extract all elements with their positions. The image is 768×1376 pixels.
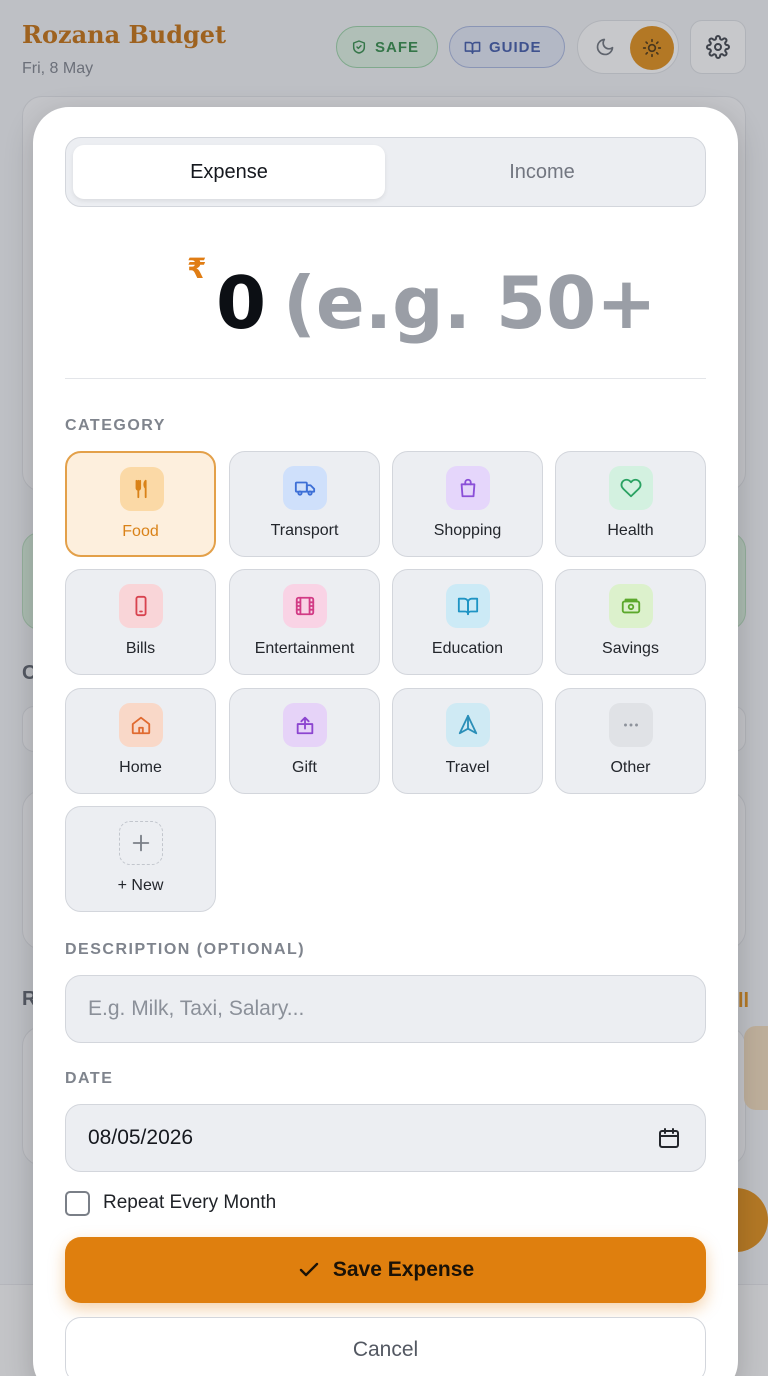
heart-icon bbox=[609, 466, 653, 510]
smartphone-icon bbox=[119, 584, 163, 628]
check-icon bbox=[299, 1262, 319, 1277]
repeat-checkbox[interactable] bbox=[65, 1190, 90, 1216]
category-other[interactable]: Other bbox=[555, 688, 706, 794]
type-tabs: Expense Income bbox=[65, 137, 706, 207]
rupee-icon: ₹ bbox=[187, 253, 207, 284]
category-transport[interactable]: Transport bbox=[229, 451, 380, 557]
category-label-text: Education bbox=[431, 640, 504, 657]
category-label-text: Entertainment bbox=[254, 640, 355, 657]
date-label: DATE bbox=[65, 1070, 114, 1087]
plus-icon bbox=[119, 821, 163, 865]
save-label: Save Expense bbox=[332, 1258, 475, 1281]
utensils-icon bbox=[120, 467, 164, 511]
category-food[interactable]: Food bbox=[65, 451, 216, 557]
description-input[interactable] bbox=[88, 976, 628, 1042]
description-label: DESCRIPTION (OPTIONAL) bbox=[65, 941, 306, 958]
cancel-button[interactable]: Cancel bbox=[65, 1317, 706, 1376]
category-gift[interactable]: Gift bbox=[229, 688, 380, 794]
tab-income[interactable]: Income bbox=[386, 145, 698, 199]
category-travel[interactable]: Travel bbox=[392, 688, 543, 794]
more-horizontal-icon bbox=[609, 703, 653, 747]
category-label-text: Savings bbox=[602, 640, 659, 657]
amount-value: 0 bbox=[216, 261, 267, 345]
date-field[interactable]: 08/05/2026 bbox=[65, 1104, 706, 1172]
amount-input[interactable]: ₹ 0 (e.g. 50+ bbox=[33, 247, 738, 357]
truck-icon bbox=[283, 466, 327, 510]
category-label-text: Home bbox=[119, 759, 162, 776]
wallet-icon bbox=[609, 584, 653, 628]
category-label-text: Transport bbox=[270, 522, 339, 539]
add-transaction-modal: Expense Income ₹ 0 (e.g. 50+ CATEGORY Fo… bbox=[33, 107, 738, 1376]
category-label-text: Bills bbox=[125, 640, 156, 657]
category-label: CATEGORY bbox=[65, 417, 166, 434]
amount-placeholder: (e.g. 50+ bbox=[283, 261, 657, 345]
category-label-text: Food bbox=[122, 523, 159, 540]
category-education[interactable]: Education bbox=[392, 569, 543, 675]
calendar-icon[interactable] bbox=[657, 1126, 681, 1150]
category-label-text: Other bbox=[610, 759, 651, 776]
category-health[interactable]: Health bbox=[555, 451, 706, 557]
category-label-text: + New bbox=[117, 877, 164, 894]
category-label-text: Travel bbox=[445, 759, 490, 776]
category-entertainment[interactable]: Entertainment bbox=[229, 569, 380, 675]
navigation-icon bbox=[446, 703, 490, 747]
save-expense-button[interactable]: Save Expense bbox=[65, 1237, 706, 1303]
category-label-text: Shopping bbox=[433, 522, 502, 539]
repeat-row[interactable]: Repeat Every Month bbox=[65, 1189, 276, 1217]
category-shopping[interactable]: Shopping bbox=[392, 451, 543, 557]
category-label-text: Health bbox=[607, 522, 654, 539]
gift-icon bbox=[283, 703, 327, 747]
shopping-bag-icon bbox=[446, 466, 490, 510]
category-label-text: Gift bbox=[292, 759, 317, 776]
film-icon bbox=[283, 584, 327, 628]
add-category-button[interactable]: + New bbox=[65, 806, 216, 912]
book-open-icon bbox=[446, 584, 490, 628]
date-value[interactable]: 08/05/2026 bbox=[88, 1126, 193, 1150]
category-savings[interactable]: Savings bbox=[555, 569, 706, 675]
home-icon bbox=[119, 703, 163, 747]
description-field[interactable] bbox=[65, 975, 706, 1043]
amount-divider bbox=[65, 378, 706, 379]
category-home[interactable]: Home bbox=[65, 688, 216, 794]
category-bills[interactable]: Bills bbox=[65, 569, 216, 675]
repeat-label: Repeat Every Month bbox=[103, 1192, 277, 1213]
tab-expense[interactable]: Expense bbox=[73, 145, 385, 199]
